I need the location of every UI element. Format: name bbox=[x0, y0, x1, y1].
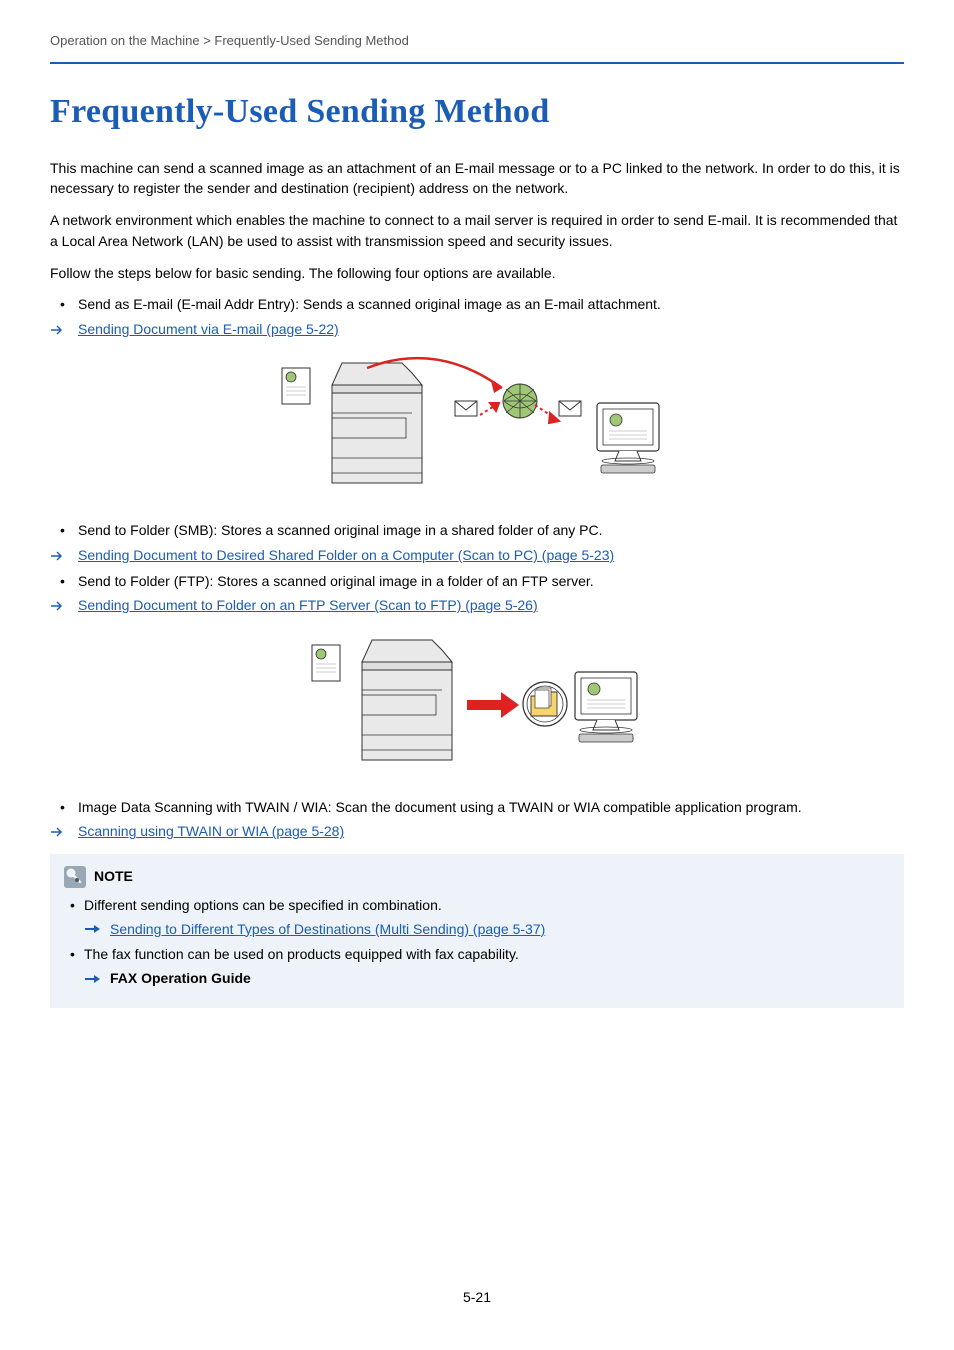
note-line-fax: The fax function can be used on products… bbox=[64, 945, 890, 965]
diagram-email-network bbox=[277, 353, 677, 503]
arrow-icon bbox=[84, 922, 102, 936]
note-fax-row: FAX Operation Guide bbox=[84, 969, 890, 989]
page-title: Frequently-Used Sending Method bbox=[50, 88, 904, 136]
fax-operation-guide: FAX Operation Guide bbox=[110, 969, 251, 989]
note-box: NOTE Different sending options can be sp… bbox=[50, 854, 904, 1008]
arrow-icon bbox=[50, 599, 68, 613]
link-row-ftp: Sending Document to Folder on an FTP Ser… bbox=[50, 596, 904, 616]
bullet-send-ftp: Send to Folder (FTP): Stores a scanned o… bbox=[50, 572, 904, 592]
link-row-email: Sending Document via E-mail (page 5-22) bbox=[50, 320, 904, 340]
intro-paragraph-3: Follow the steps below for basic sending… bbox=[50, 263, 904, 283]
bullet-twain-wia: Image Data Scanning with TWAIN / WIA: Sc… bbox=[50, 798, 904, 818]
link-scan-to-pc[interactable]: Sending Document to Desired Shared Folde… bbox=[78, 546, 614, 566]
note-icon bbox=[64, 866, 86, 888]
arrow-icon bbox=[50, 825, 68, 839]
intro-paragraph-2: A network environment which enables the … bbox=[50, 210, 904, 251]
diagram-direct-pc bbox=[307, 630, 647, 780]
link-row-smb: Sending Document to Desired Shared Folde… bbox=[50, 546, 904, 566]
note-line-combination: Different sending options can be specifi… bbox=[64, 896, 890, 916]
link-sending-email[interactable]: Sending Document via E-mail (page 5-22) bbox=[78, 320, 339, 340]
link-scan-to-ftp[interactable]: Sending Document to Folder on an FTP Ser… bbox=[78, 596, 538, 616]
bullet-send-smb: Send to Folder (SMB): Stores a scanned o… bbox=[50, 521, 904, 541]
arrow-icon bbox=[50, 549, 68, 563]
link-multi-sending[interactable]: Sending to Different Types of Destinatio… bbox=[110, 920, 545, 940]
bullet-send-email: Send as E-mail (E-mail Addr Entry): Send… bbox=[50, 295, 904, 315]
note-sublink-row: Sending to Different Types of Destinatio… bbox=[84, 920, 890, 940]
link-row-twain: Scanning using TWAIN or WIA (page 5-28) bbox=[50, 822, 904, 842]
arrow-icon bbox=[50, 323, 68, 337]
note-label: NOTE bbox=[94, 867, 133, 887]
page-number: 5-21 bbox=[50, 1288, 904, 1308]
intro-paragraph-1: This machine can send a scanned image as… bbox=[50, 158, 904, 199]
arrow-icon bbox=[84, 972, 102, 986]
breadcrumb: Operation on the Machine > Frequently-Us… bbox=[50, 32, 904, 64]
link-twain-wia[interactable]: Scanning using TWAIN or WIA (page 5-28) bbox=[78, 822, 344, 842]
